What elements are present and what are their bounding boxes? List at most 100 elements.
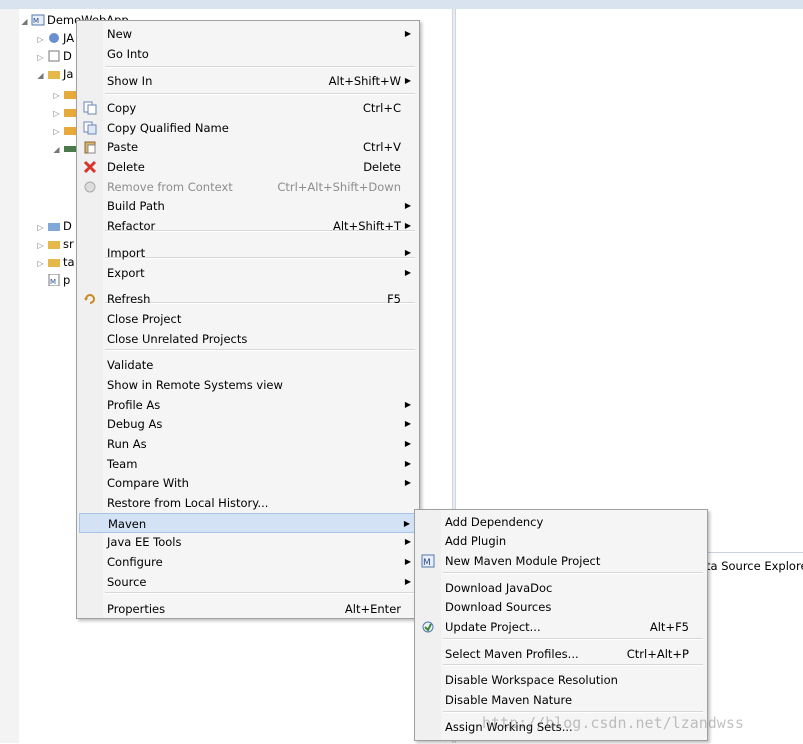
jaxws-icon [47,32,61,44]
maven-item-update-project[interactable]: Update Project... Alt+F5 [417,617,705,637]
menu-item-copy[interactable]: Copy Ctrl+C [79,98,417,118]
menu-separator [105,93,415,95]
tree-row[interactable]: ▷ D [36,47,71,65]
tree-row[interactable]: ▷ [52,103,79,121]
menu-item-refresh[interactable]: Refresh F5 [79,289,417,309]
tree-row[interactable]: ▷ ta [36,253,74,271]
menu-item-close-unrelated-projects[interactable]: Close Unrelated Projects [79,329,417,349]
maven-item-new-maven-module-project[interactable]: M New Maven Module Project [417,551,705,571]
submenu-arrow-icon: ▶ [404,248,411,257]
menu-item-restore-from-local-history[interactable]: Restore from Local History... [79,493,417,513]
tree-row[interactable]: ▷ [52,121,79,139]
menu-item-show-in-remote-systems-view[interactable]: Show in Remote Systems view [79,375,417,395]
tree-row[interactable]: ◢ Ja [36,65,73,83]
menu-item-label: Maven [108,517,147,531]
menu-item-accelerator: Alt+Enter [344,602,401,616]
menu-item-java-ee-tools[interactable]: Java EE Tools ▶ [79,532,417,552]
copy-icon [83,101,97,115]
tree-row[interactable]: ◢ [52,139,79,157]
tree-row[interactable]: ▷ D [36,217,71,235]
menu-item-label: Close Unrelated Projects [107,332,248,346]
menu-item-export[interactable]: Export ▶ [79,263,417,283]
update-project-icon [421,620,435,634]
menu-separator [105,66,415,68]
svg-text:M: M [50,278,56,286]
folder-icon [47,256,61,268]
submenu-arrow-icon: ▶ [404,400,411,409]
menu-item-label: Properties [107,602,166,616]
menu-item-label: Configure [107,555,163,569]
maven-project-icon: M [31,14,45,26]
menu-item-label: Disable Maven Nature [445,693,573,707]
maven-item-add-dependency[interactable]: Add Dependency [417,512,705,532]
submenu-arrow-icon: ▶ [404,201,411,210]
menu-item-maven[interactable]: Maven ▶ [79,513,417,533]
menu-item-accelerator: Ctrl+V [363,140,401,154]
menu-item-paste[interactable]: Paste Ctrl+V [79,137,417,157]
submenu-arrow-icon: ▶ [404,557,411,566]
menu-item-close-project[interactable]: Close Project [79,309,417,329]
menu-item-label: Refactor [107,219,156,233]
menu-item-accelerator: Alt+F5 [649,620,689,634]
menu-item-label: Disable Workspace Resolution [445,673,618,687]
menu-item-delete[interactable]: Delete Delete [79,157,417,177]
menu-item-accelerator: Alt+Shift+T [332,219,401,233]
submenu-arrow-icon: ▶ [404,221,411,230]
menu-item-label: Update Project... [445,620,541,634]
maven-item-select-maven-profiles[interactable]: Select Maven Profiles... Ctrl+Alt+P [417,644,705,664]
menu-separator [443,572,703,574]
menu-item-import[interactable]: Import ▶ [79,243,417,263]
submenu-arrow-icon: ▶ [404,577,411,586]
menu-item-validate[interactable]: Validate [79,355,417,375]
tree-row[interactable]: ▷ sr [36,235,73,253]
menu-item-show-in[interactable]: Show In Alt+Shift+W ▶ [79,71,417,91]
editor-area [456,9,803,552]
menu-item-label: Build Path [107,199,165,213]
submenu-arrow-icon: ▶ [404,459,411,468]
menu-item-remove-from-context[interactable]: Remove from Context Ctrl+Alt+Shift+Down [79,177,417,197]
menu-item-label: Copy Qualified Name [107,121,229,135]
menu-item-source[interactable]: Source ▶ [79,572,417,592]
expand-arrow-icon[interactable]: ◢ [20,13,29,31]
menu-item-configure[interactable]: Configure ▶ [79,552,417,572]
menu-item-label: Java EE Tools [107,535,182,549]
maven-item-download-javadoc[interactable]: Download JavaDoc [417,578,705,598]
maven-item-download-sources[interactable]: Download Sources [417,597,705,617]
pom-file-icon: M [47,274,61,286]
menu-item-label: Refresh [107,292,151,306]
maven-item-disable-maven-nature[interactable]: Disable Maven Nature [417,690,705,710]
tree-row[interactable]: Mp [45,271,70,289]
menu-item-label: Run As [107,437,147,451]
menu-item-label: Source [107,575,147,589]
menu-item-go-into[interactable]: Go Into [79,44,417,64]
menu-item-accelerator: Delete [363,160,401,174]
menu-item-label: Debug As [107,417,163,431]
menu-item-label: Close Project [107,312,182,326]
menu-separator [443,664,703,666]
menu-item-copy-qualified-name[interactable]: Copy Qualified Name [79,118,417,138]
menu-item-new[interactable]: New ▶ [79,24,417,44]
menu-item-run-as[interactable]: Run As ▶ [79,434,417,454]
maven-item-add-plugin[interactable]: Add Plugin [417,531,705,551]
maven-module-icon: M [421,554,435,568]
menu-item-properties[interactable]: Properties Alt+Enter [79,599,417,619]
submenu-arrow-icon: ▶ [404,537,411,546]
menu-item-build-path[interactable]: Build Path ▶ [79,196,417,216]
data-source-explorer-tab[interactable]: ta Source Explorer [706,559,803,573]
menu-item-label: Paste [107,140,139,154]
menu-item-label: Select Maven Profiles... [445,647,579,661]
menu-item-refactor[interactable]: Refactor Alt+Shift+T ▶ [79,216,417,236]
menu-item-team[interactable]: Team ▶ [79,454,417,474]
maven-item-disable-workspace-resolution[interactable]: Disable Workspace Resolution [417,670,705,690]
submenu-arrow-icon: ▶ [404,76,411,85]
menu-separator [443,711,703,713]
menu-item-label: Restore from Local History... [107,496,269,510]
menu-item-debug-as[interactable]: Debug As ▶ [79,414,417,434]
delete-icon [83,160,97,174]
menu-item-compare-with[interactable]: Compare With ▶ [79,473,417,493]
menu-item-accelerator: Ctrl+C [362,101,401,115]
tree-row[interactable]: ▷ [52,85,79,103]
submenu-arrow-icon: ▶ [404,439,411,448]
menu-item-profile-as[interactable]: Profile As ▶ [79,395,417,415]
tree-row[interactable]: ▷ JA [36,29,74,47]
